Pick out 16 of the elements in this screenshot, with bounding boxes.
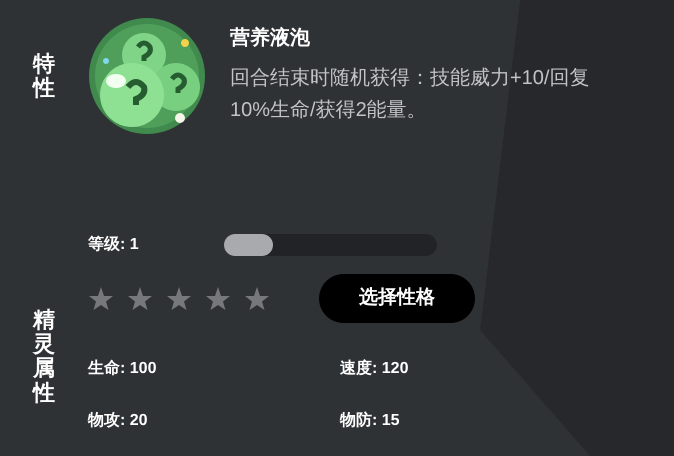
empty-star-icon <box>166 286 192 311</box>
empty-star-icon <box>88 286 114 311</box>
trait-description: 回合结束时随机获得：技能威力+10/回复10%生命/获得2能量。 <box>230 66 590 123</box>
section-label: 精灵属性 <box>33 308 55 407</box>
section-label: 特性 <box>33 52 55 100</box>
empty-star-icon <box>205 286 231 311</box>
bubbles-icon <box>88 17 206 135</box>
choose-nature-button[interactable]: 选择性格 <box>319 274 475 323</box>
level-label: 等级: 1 <box>88 234 140 255</box>
stat-label: 物攻: 20 <box>88 410 149 431</box>
trait-name: 营养液泡 <box>230 26 311 51</box>
empty-star-icon <box>127 286 153 311</box>
stat-label: 生命: 100 <box>88 358 158 379</box>
stat-label: 速度: 120 <box>340 358 410 379</box>
stat-label: 物防: 15 <box>340 410 401 431</box>
empty-star-icon <box>244 286 270 311</box>
